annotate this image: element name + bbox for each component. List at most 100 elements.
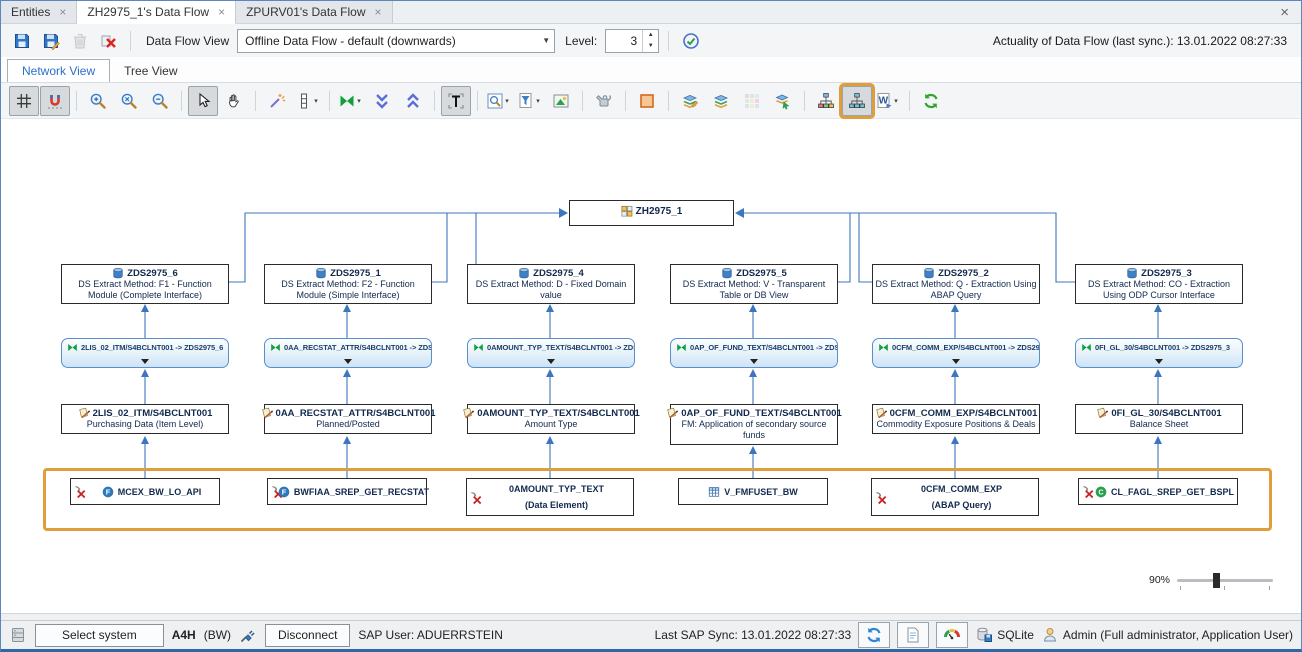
double-chevron-down-icon <box>373 92 391 110</box>
server-icon <box>9 626 27 644</box>
word-export-button[interactable]: ▾ <box>873 86 903 116</box>
refresh-button[interactable] <box>916 86 946 116</box>
chevron-down-icon[interactable]: ▾ <box>535 97 543 105</box>
tab-tree-view[interactable]: Tree View <box>110 60 191 82</box>
save-button[interactable] <box>9 28 34 53</box>
node-datasource-2[interactable]: 0AA_RECSTAT_ATTR/S4BCLNT001 Planned/Post… <box>264 404 432 434</box>
hierarchy-layout-button[interactable] <box>842 86 872 116</box>
save-as-button[interactable] <box>38 28 63 53</box>
column-layout-icon <box>295 92 313 110</box>
collapse-triangle-icon[interactable] <box>750 359 758 364</box>
layers-button[interactable] <box>706 86 736 116</box>
network-diagram-canvas[interactable]: ZH2975_1 ZDS2975_6 DS Extract Method: F1… <box>1 119 1301 613</box>
chevron-down-icon[interactable]: ▾ <box>504 97 512 105</box>
collapse-triangle-icon[interactable] <box>547 359 555 364</box>
zoom-out-button[interactable] <box>145 86 175 116</box>
node-source-4[interactable]: V_FMFUSET_BW <box>678 478 828 505</box>
node-title: 0AMOUNT_TYP_TEXT/S4BCLNT001 -> ZDS2975_4 <box>487 343 634 352</box>
collapse-triangle-icon[interactable] <box>344 359 352 364</box>
frame-button[interactable] <box>632 86 662 116</box>
tab-entities[interactable]: Entities× <box>1 1 77 23</box>
node-replica-3[interactable]: ZDS2975_4 DS Extract Method: D - Fixed D… <box>467 264 635 304</box>
collapse-triangle-icon[interactable] <box>952 359 960 364</box>
snap-toggle-button[interactable] <box>40 86 70 116</box>
node-source-3[interactable]: 0AMOUNT_TYP_TEXT(Data Element) <box>466 478 634 516</box>
node-transformation-1[interactable]: 2LIS_02_ITM/S4BCLNT001 -> ZDS2975_6 <box>61 338 229 368</box>
close-icon[interactable]: × <box>59 6 66 18</box>
collapse-triangle-icon[interactable] <box>1155 359 1163 364</box>
node-transformation-3[interactable]: 0AMOUNT_TYP_TEXT/S4BCLNT001 -> ZDS2975_4 <box>467 338 635 368</box>
view-tab-bar: Network View Tree View <box>1 57 1301 82</box>
pan-tool-button[interactable] <box>219 86 249 116</box>
node-datasource-1[interactable]: 2LIS_02_ITM/S4BCLNT001 Purchasing Data (… <box>61 404 229 434</box>
layers-export-button[interactable] <box>768 86 798 116</box>
node-source-1[interactable]: MCEX_BW_LO_API <box>70 478 220 505</box>
level-stepper[interactable]: 3 ▲▼ <box>605 29 659 53</box>
edit-layers-button[interactable] <box>675 86 705 116</box>
node-replica-2[interactable]: ZDS2975_1 DS Extract Method: F2 - Functi… <box>264 264 432 304</box>
zoom-slider-handle[interactable] <box>1213 573 1220 588</box>
node-replica-4[interactable]: ZDS2975_5 DS Extract Method: V - Transpa… <box>670 264 838 304</box>
grid-colors-button[interactable] <box>737 86 767 116</box>
chevron-down-icon[interactable]: ▾ <box>893 97 901 105</box>
stepper-up-icon[interactable]: ▲ <box>643 30 658 41</box>
no-jump-icon <box>470 491 483 504</box>
validate-button[interactable] <box>678 28 703 53</box>
export-image-button[interactable] <box>546 86 576 116</box>
node-title: BWFIAA_SREP_GET_RECSTAT <box>294 487 429 497</box>
node-datasource-6[interactable]: 0FI_GL_30/S4BCLNT001 Balance Sheet <box>1075 404 1243 434</box>
zoom-in-button[interactable] <box>83 86 113 116</box>
find-button[interactable]: ▾ <box>484 86 514 116</box>
tab-zh2975-1-data-flow[interactable]: ZH2975_1's Data Flow× <box>77 1 236 24</box>
chevron-down-icon[interactable]: ▾ <box>356 97 364 105</box>
node-title: 0AMOUNT_TYP_TEXT <box>509 483 604 495</box>
delete-view-button[interactable] <box>96 28 121 53</box>
node-transformation-5[interactable]: 0CFM_COMM_EXP/S4BCLNT001 -> ZDS2975_2 <box>872 338 1040 368</box>
disconnect-button[interactable]: Disconnect <box>265 624 350 647</box>
close-icon[interactable]: × <box>375 6 382 18</box>
zoom-slider[interactable] <box>1177 579 1273 582</box>
node-datasource-4[interactable]: 0AP_OF_FUND_TEXT/S4BCLNT001 FM: Applicat… <box>670 404 838 445</box>
select-system-button[interactable]: Select system <box>35 624 164 647</box>
transformation-display-button[interactable]: ▾ <box>336 86 366 116</box>
collapse-triangle-icon[interactable] <box>141 359 149 364</box>
node-description: DS Extract Method: D - Fixed Domain valu… <box>468 279 634 301</box>
column-layout-button[interactable]: ▾ <box>293 86 323 116</box>
node-source-2[interactable]: BWFIAA_SREP_GET_RECSTAT <box>267 478 427 505</box>
expand-all-button[interactable] <box>367 86 397 116</box>
separator <box>434 91 435 111</box>
node-transformation-6[interactable]: 0FI_GL_30/S4BCLNT001 -> ZDS2975_3 <box>1075 338 1243 368</box>
level-value: 3 <box>606 30 642 52</box>
stepper-down-icon[interactable]: ▼ <box>643 41 658 52</box>
hierarchy-colored-button[interactable] <box>811 86 841 116</box>
grid-toggle-button[interactable] <box>9 86 39 116</box>
close-icon[interactable]: × <box>1268 1 1301 23</box>
collapse-all-button[interactable] <box>398 86 428 116</box>
node-source-6[interactable]: CL_FAGL_SREP_GET_BSPL <box>1078 478 1238 505</box>
node-datasource-3[interactable]: 0AMOUNT_TYP_TEXT/S4BCLNT001 Amount Type <box>467 404 635 434</box>
filter-button[interactable]: ▾ <box>515 86 545 116</box>
performance-button[interactable] <box>936 622 968 648</box>
node-transformation-2[interactable]: 0AA_RECSTAT_ATTR/S4BCLNT001 -> ZDS2975_1 <box>264 338 432 368</box>
node-replica-6[interactable]: ZDS2975_3 DS Extract Method: CO - Extrac… <box>1075 264 1243 304</box>
node-replica-1[interactable]: ZDS2975_6 DS Extract Method: F1 - Functi… <box>61 264 229 304</box>
node-source-5[interactable]: 0CFM_COMM_EXP(ABAP Query) <box>871 478 1039 516</box>
cleanup-button[interactable] <box>589 86 619 116</box>
data-flow-view-select[interactable]: Offline Data Flow - default (downwards)▼ <box>237 29 555 53</box>
node-replica-5[interactable]: ZDS2975_2 DS Extract Method: Q - Extract… <box>872 264 1040 304</box>
tab-network-view[interactable]: Network View <box>7 59 110 82</box>
log-button[interactable] <box>897 622 929 648</box>
node-root-zh2975-1[interactable]: ZH2975_1 <box>569 200 734 226</box>
auto-layout-button[interactable] <box>262 86 292 116</box>
show-text-button[interactable] <box>441 86 471 116</box>
separator <box>668 91 669 111</box>
node-transformation-4[interactable]: 0AP_OF_FUND_TEXT/S4BCLNT001 -> ZDS2975_5 <box>670 338 838 368</box>
delete-button <box>67 28 92 53</box>
zoom-fit-button[interactable] <box>114 86 144 116</box>
close-icon[interactable]: × <box>218 6 225 18</box>
node-datasource-5[interactable]: 0CFM_COMM_EXP/S4BCLNT001 Commodity Expos… <box>872 404 1040 434</box>
sync-button[interactable] <box>858 622 890 648</box>
tab-zpurv01-data-flow[interactable]: ZPURV01's Data Flow× <box>236 1 392 23</box>
select-tool-button[interactable] <box>188 86 218 116</box>
chevron-down-icon[interactable]: ▾ <box>313 97 321 105</box>
